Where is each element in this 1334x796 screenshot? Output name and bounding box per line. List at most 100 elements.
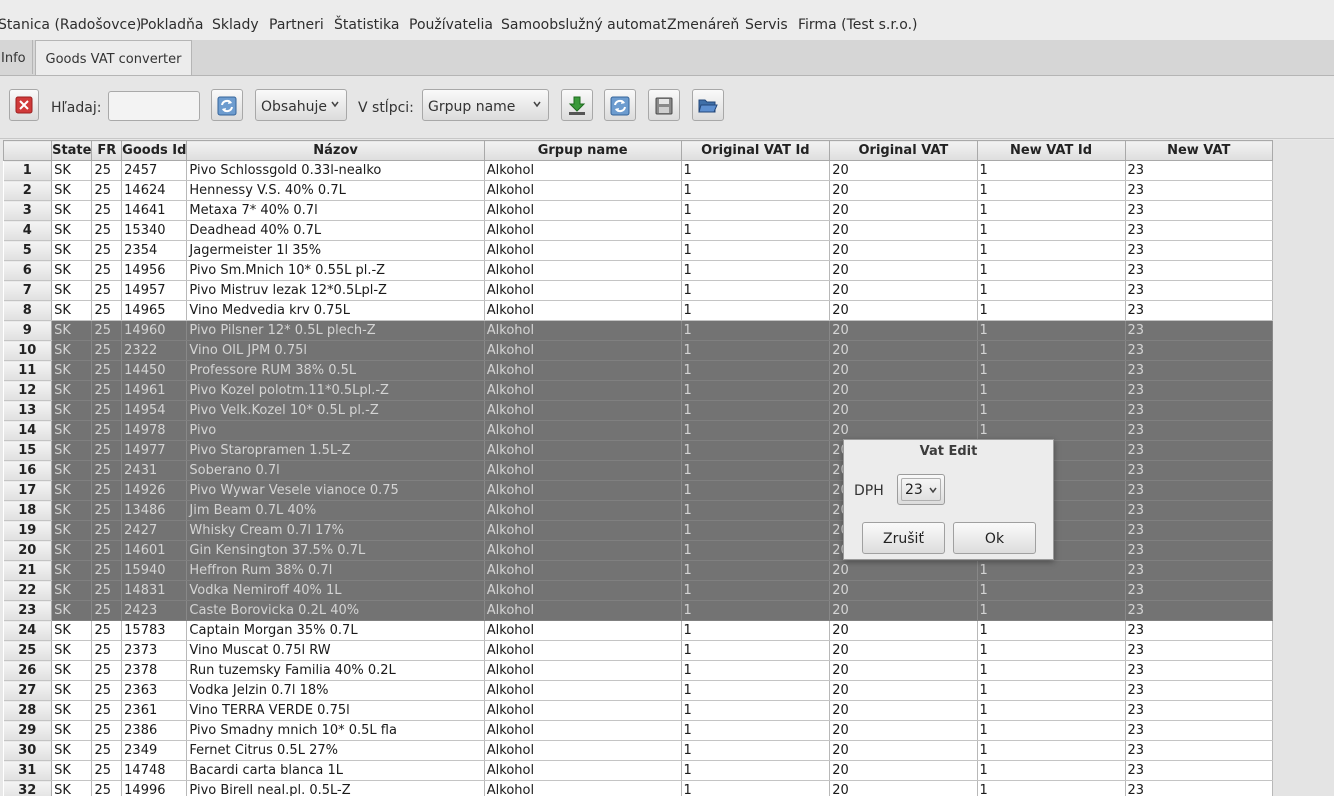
table-row[interactable]: 4 SK 25 15340 Deadhead 40% 0.7L Alkohol 1 20 1 23 — [3, 220, 1273, 241]
cell-nazov[interactable]: Vino Medvedia krv 0.75L — [186, 300, 485, 321]
cell-goods-id[interactable]: 2431 — [121, 460, 188, 481]
cell-goods-id[interactable]: 2373 — [121, 640, 188, 661]
cell-new-vat[interactable]: 23 — [1125, 760, 1273, 781]
table-row[interactable]: 7 SK 25 14957 Pivo Mistruv lezak 12*0.5Lpl-Z… — [3, 280, 1273, 301]
column-header-goods-id[interactable]: Goods Id — [121, 140, 188, 161]
cell-original-vat[interactable]: 20 — [829, 640, 978, 661]
cell-state[interactable]: SK — [51, 740, 93, 761]
table-row[interactable]: 27 SK 25 2363 Vodka Jelzin 0.7l 18% Alkohol 1 2… — [3, 680, 1273, 701]
cell-nazov[interactable]: Fernet Citrus 0.5L 27% — [186, 740, 485, 761]
cell-new-vat-id[interactable]: 1 — [977, 400, 1126, 421]
menu-item-zmenaren[interactable]: Zmenáreň — [667, 17, 739, 33]
cell-goods-id[interactable]: 14957 — [121, 280, 188, 301]
table-row[interactable]: 24 SK 25 15783 Captain Morgan 35% 0.7L Alkoho… — [3, 620, 1273, 641]
cell-fr[interactable]: 25 — [91, 340, 123, 361]
cell-new-vat[interactable]: 23 — [1125, 580, 1273, 601]
menu-item-pouzivatelia[interactable]: Používatelia — [409, 17, 493, 33]
cell-state[interactable]: SK — [51, 640, 93, 661]
cell-new-vat[interactable]: 23 — [1125, 180, 1273, 201]
cell-state[interactable]: SK — [51, 220, 93, 241]
reload-button[interactable] — [604, 89, 636, 121]
menu-item-firma[interactable]: Firma (Test s.r.o.) — [798, 17, 917, 33]
cell-grpup-name[interactable]: Alkohol — [484, 300, 682, 321]
cell-new-vat-id[interactable]: 1 — [977, 420, 1126, 441]
cell-grpup-name[interactable]: Alkohol — [484, 580, 682, 601]
cell-goods-id[interactable]: 14831 — [121, 580, 188, 601]
table-row[interactable]: 14 SK 25 14978 Pivo Alkohol 1 20 1 23 — [3, 420, 1273, 441]
open-folder-button[interactable] — [692, 89, 724, 121]
cell-new-vat[interactable]: 23 — [1125, 680, 1273, 701]
tab-info[interactable]: Info — [0, 40, 33, 74]
table-row[interactable]: 19 SK 25 2427 Whisky Cream 0.7l 17% Alkohol 1 2… — [3, 520, 1273, 541]
cell-nazov[interactable]: Vodka Jelzin 0.7l 18% — [186, 680, 485, 701]
cell-original-vat-id[interactable]: 1 — [681, 500, 831, 521]
cell-new-vat[interactable]: 23 — [1125, 300, 1273, 321]
cell-new-vat-id[interactable]: 1 — [977, 380, 1126, 401]
cell-fr[interactable]: 25 — [91, 460, 123, 481]
cell-original-vat[interactable]: 20 — [829, 600, 978, 621]
cancel-button[interactable]: Zrušiť — [862, 522, 945, 554]
cell-fr[interactable]: 25 — [91, 640, 123, 661]
column-header-nazov[interactable]: Názov — [186, 140, 485, 161]
cell-nazov[interactable]: Deadhead 40% 0.7L — [186, 220, 485, 241]
cell-original-vat[interactable]: 20 — [829, 700, 978, 721]
cell-fr[interactable]: 25 — [91, 780, 123, 796]
cell-goods-id[interactable]: 14960 — [121, 320, 188, 341]
cell-grpup-name[interactable]: Alkohol — [484, 760, 682, 781]
cell-nazov[interactable]: Run tuzemsky Familia 40% 0.2L — [186, 660, 485, 681]
cell-grpup-name[interactable]: Alkohol — [484, 360, 682, 381]
cell-original-vat[interactable]: 20 — [829, 780, 978, 796]
cell-grpup-name[interactable]: Alkohol — [484, 440, 682, 461]
cell-new-vat[interactable]: 23 — [1125, 160, 1273, 181]
cell-original-vat[interactable]: 20 — [829, 220, 978, 241]
cell-new-vat-id[interactable]: 1 — [977, 300, 1126, 321]
cell-original-vat[interactable]: 20 — [829, 360, 978, 381]
cell-original-vat[interactable]: 20 — [829, 680, 978, 701]
cell-grpup-name[interactable]: Alkohol — [484, 540, 682, 561]
column-select[interactable]: Grpup name — [422, 89, 549, 121]
cell-state[interactable]: SK — [51, 660, 93, 681]
cell-goods-id[interactable]: 14601 — [121, 540, 188, 561]
table-row[interactable]: 9 SK 25 14960 Pivo Pilsner 12* 0.5L plech-Z A… — [3, 320, 1273, 341]
cell-grpup-name[interactable]: Alkohol — [484, 180, 682, 201]
cell-new-vat[interactable]: 23 — [1125, 260, 1273, 281]
cell-fr[interactable]: 25 — [91, 580, 123, 601]
cell-new-vat[interactable]: 23 — [1125, 780, 1273, 796]
cell-state[interactable]: SK — [51, 620, 93, 641]
table-row[interactable]: 25 SK 25 2373 Vino Muscat 0.75l RW Alkohol 1 20… — [3, 640, 1273, 661]
cell-original-vat-id[interactable]: 1 — [681, 760, 831, 781]
cell-grpup-name[interactable]: Alkohol — [484, 780, 682, 796]
cell-grpup-name[interactable]: Alkohol — [484, 600, 682, 621]
cell-grpup-name[interactable]: Alkohol — [484, 560, 682, 581]
cell-original-vat-id[interactable]: 1 — [681, 200, 831, 221]
cell-new-vat[interactable]: 23 — [1125, 200, 1273, 221]
cell-state[interactable]: SK — [51, 240, 93, 261]
cell-original-vat[interactable]: 20 — [829, 760, 978, 781]
cell-nazov[interactable]: Whisky Cream 0.7l 17% — [186, 520, 485, 541]
cell-nazov[interactable]: Vino OIL JPM 0.75l — [186, 340, 485, 361]
cell-grpup-name[interactable]: Alkohol — [484, 520, 682, 541]
cell-nazov[interactable]: Pivo — [186, 420, 485, 441]
cell-original-vat[interactable]: 20 — [829, 560, 978, 581]
cell-fr[interactable]: 25 — [91, 720, 123, 741]
cell-original-vat-id[interactable]: 1 — [681, 300, 831, 321]
table-row[interactable]: 5 SK 25 2354 Jagermeister 1l 35% Alkohol 1 20 1 2… — [3, 240, 1273, 261]
cell-nazov[interactable]: Vino TERRA VERDE 0.75l — [186, 700, 485, 721]
cell-nazov[interactable]: Jim Beam 0.7L 40% — [186, 500, 485, 521]
cell-goods-id[interactable]: 14978 — [121, 420, 188, 441]
cell-new-vat[interactable]: 23 — [1125, 400, 1273, 421]
cell-goods-id[interactable]: 14965 — [121, 300, 188, 321]
cell-state[interactable]: SK — [51, 400, 93, 421]
table-row[interactable]: 20 SK 25 14601 Gin Kensington 37.5% 0.7L Alko… — [3, 540, 1273, 561]
cell-state[interactable]: SK — [51, 420, 93, 441]
cell-fr[interactable]: 25 — [91, 220, 123, 241]
cell-original-vat-id[interactable]: 1 — [681, 640, 831, 661]
cell-fr[interactable]: 25 — [91, 500, 123, 521]
cell-grpup-name[interactable]: Alkohol — [484, 660, 682, 681]
cell-fr[interactable]: 25 — [91, 560, 123, 581]
cell-fr[interactable]: 25 — [91, 600, 123, 621]
search-input[interactable] — [108, 91, 200, 121]
cell-nazov[interactable]: Caste Borovicka 0.2L 40% — [186, 600, 485, 621]
table-row[interactable]: 17 SK 25 14926 Pivo Wywar Vesele vianoce 0.7… — [3, 480, 1273, 501]
match-mode-select[interactable]: Obsahuje — [255, 89, 347, 121]
